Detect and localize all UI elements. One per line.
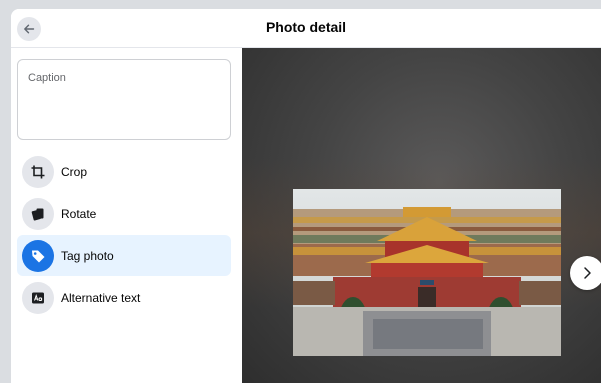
next-photo-button[interactable] [570, 256, 601, 290]
crop-icon [22, 155, 54, 188]
caption-input[interactable] [18, 60, 230, 139]
rotate-label: Rotate [61, 206, 97, 221]
edit-sidebar: Crop Rotate Tag photo [11, 48, 241, 383]
rotate-button[interactable]: Rotate [17, 193, 231, 234]
crop-label: Crop [61, 164, 88, 179]
photo-detail-dialog: Photo detail Crop Rotate [11, 9, 601, 383]
crop-button[interactable]: Crop [17, 151, 231, 192]
photo-viewer [242, 48, 601, 383]
tag-photo-button[interactable]: Tag photo [17, 235, 231, 276]
alternative-text-button[interactable]: Alternative text [17, 277, 231, 318]
chevron-right-icon [584, 267, 591, 279]
tag-photo-label: Tag photo [61, 248, 114, 263]
page-title: Photo detail [265, 19, 347, 35]
photo-image [293, 189, 561, 356]
dialog-header: Photo detail [11, 9, 601, 48]
rotate-icon [22, 197, 54, 230]
tag-icon [22, 239, 54, 272]
alt-text-icon [22, 281, 54, 314]
caption-field-wrapper [17, 59, 231, 140]
alternative-text-label: Alternative text [61, 290, 141, 305]
